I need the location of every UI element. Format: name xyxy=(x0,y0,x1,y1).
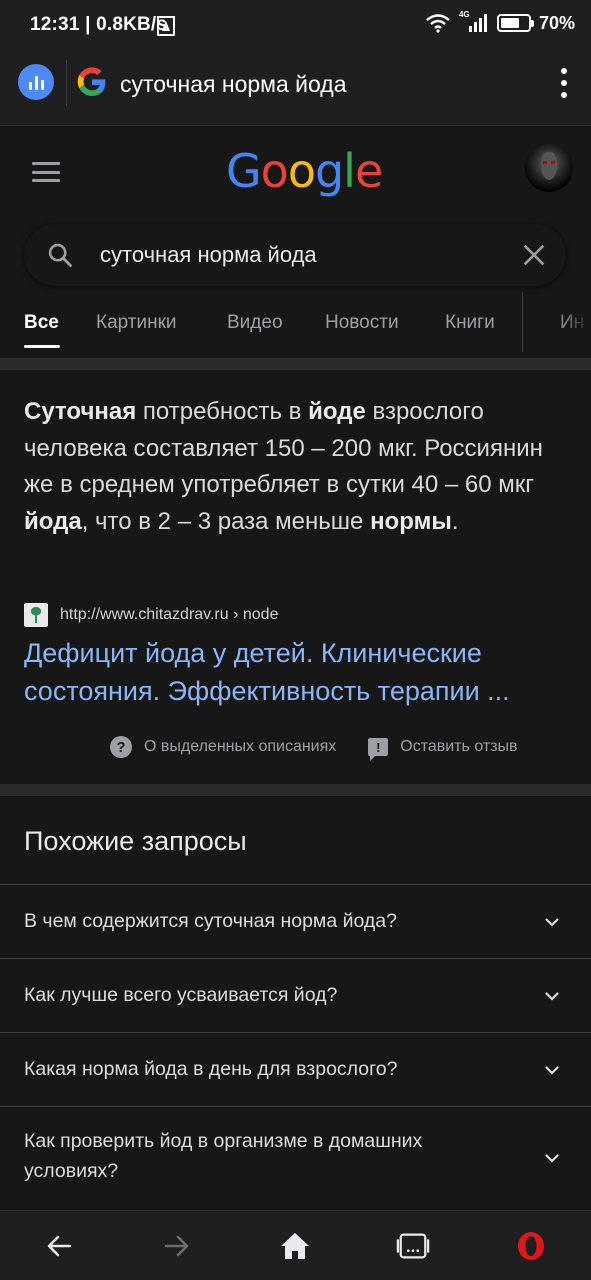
google-logo-letter: l xyxy=(343,144,356,198)
battery-fill xyxy=(500,18,520,28)
snippet-source[interactable]: http://www.chitazdrav.ru › node xyxy=(24,603,278,627)
arrow-right-icon xyxy=(164,1235,189,1257)
browser-menu-button[interactable] xyxy=(559,68,569,98)
tab-images[interactable]: Картинки xyxy=(96,312,177,334)
snippet-text-run: . xyxy=(451,507,459,535)
wifi-icon xyxy=(426,14,450,33)
snippet-bold-term: йоде xyxy=(308,398,366,425)
section-gap xyxy=(0,358,591,370)
snippet-text: Суточная потребность в йоде взрослого че… xyxy=(24,394,569,540)
search-input[interactable]: суточная норма йода xyxy=(100,242,317,268)
related-searches: Похожие запросы В чем содержится суточна… xyxy=(0,796,591,1210)
tab-books[interactable]: Книги xyxy=(445,312,495,334)
related-item[interactable]: В чем содержится суточная норма йода? xyxy=(0,884,591,958)
tabs-button[interactable] xyxy=(396,1229,430,1263)
snippet-text-run: , что в 2 – 3 раза меньше xyxy=(81,507,371,535)
battery-icon xyxy=(496,14,534,32)
tab-news[interactable]: Новости xyxy=(325,312,399,334)
home-button[interactable] xyxy=(278,1229,312,1263)
related-item[interactable]: Как проверить йод в организме в домашних… xyxy=(0,1106,591,1210)
source-url[interactable]: http://www.chitazdrav.ru › node xyxy=(60,606,278,624)
home-icon xyxy=(281,1233,309,1259)
google-logo-letter: e xyxy=(354,144,383,198)
tabs-fade xyxy=(523,292,591,352)
tabs-icon xyxy=(396,1233,430,1259)
google-logo[interactable]: Google xyxy=(226,144,383,198)
account-avatar[interactable] xyxy=(525,144,573,192)
opera-menu-button[interactable] xyxy=(514,1229,548,1263)
status-bar: 12:31 | 0.8KB/s 4G 70% xyxy=(0,0,591,52)
battery-percent: 70% xyxy=(538,12,575,33)
related-title: Похожие запросы xyxy=(24,826,247,856)
usb-debug-icon xyxy=(157,16,175,36)
snippet-bold-term: Суточная xyxy=(24,398,137,425)
browser-address-bar: суточная норма йода xyxy=(0,52,591,126)
chevron-down-icon[interactable] xyxy=(543,987,561,1005)
related-item[interactable]: Как лучше всего усваивается йод? xyxy=(0,958,591,1032)
about-snippets-label: О выделенных описаниях xyxy=(144,738,337,755)
help-icon: ? xyxy=(110,736,132,758)
google-header: Google xyxy=(0,126,591,216)
related-item[interactable]: Какая норма йода в день для взрослого? xyxy=(0,1032,591,1106)
search-area: суточная норма йода xyxy=(0,216,591,296)
back-button[interactable] xyxy=(42,1229,76,1263)
assistant-button[interactable] xyxy=(18,64,54,100)
featured-snippet: Суточная потребность в йоде взрослого че… xyxy=(0,370,591,784)
google-logo-letter: g xyxy=(314,144,344,198)
related-item-text: Какая норма йода в день для взрослого? xyxy=(24,1058,398,1080)
search-box[interactable]: суточная норма йода xyxy=(24,224,566,286)
tab-videos[interactable]: Видео xyxy=(227,312,283,334)
related-item-text: В чем содержится суточная норма йода? xyxy=(24,910,397,932)
chevron-down-icon[interactable] xyxy=(543,913,561,931)
google-logo-letter: G xyxy=(226,144,262,198)
feedback-icon: ! xyxy=(368,738,389,761)
chevron-down-icon[interactable] xyxy=(543,1149,561,1167)
google-g-icon xyxy=(77,67,106,96)
hamburger-menu-icon[interactable] xyxy=(32,162,60,182)
opera-logo-icon xyxy=(518,1232,544,1260)
address-bar-title[interactable]: суточная норма йода xyxy=(120,71,347,98)
result-title-link[interactable]: Дефицит йода у детей. Клинические состоя… xyxy=(24,634,574,710)
site-favicon-icon xyxy=(24,603,48,627)
snippet-footer: ? О выделенных описаниях ! Оставить отзы… xyxy=(110,736,518,761)
search-icon[interactable] xyxy=(46,241,74,269)
signal-icon: 4G xyxy=(459,10,489,34)
about-snippets-link[interactable]: ? О выделенных описаниях xyxy=(110,736,336,758)
active-tab-indicator xyxy=(24,345,60,348)
google-logo-letter: o xyxy=(260,144,289,198)
tab-all[interactable]: Все xyxy=(24,312,59,334)
browser-bottom-nav xyxy=(0,1210,591,1280)
related-item-text: Как проверить йод в организме в домашних… xyxy=(24,1130,423,1182)
snippet-text-run: потребность в xyxy=(136,398,309,425)
forward-button[interactable] xyxy=(160,1229,194,1263)
status-right-group: 4G 70% xyxy=(425,10,575,34)
clear-icon[interactable] xyxy=(520,241,548,269)
search-tabs: Все Картинки Видео Новости Книги Ин xyxy=(0,292,591,358)
section-gap xyxy=(0,784,591,796)
snippet-bold-term: нормы xyxy=(370,507,452,535)
status-time-speed: 12:31 | 0.8KB/s xyxy=(30,14,168,35)
snippet-bold-term: йода xyxy=(24,507,82,535)
arrow-left-icon xyxy=(47,1235,72,1257)
related-item-text: Как лучше всего усваивается йод? xyxy=(24,984,338,1006)
chevron-down-icon[interactable] xyxy=(543,1061,561,1079)
google-logo-letter: o xyxy=(287,144,316,198)
address-divider xyxy=(66,60,67,106)
feedback-link[interactable]: ! Оставить отзыв xyxy=(368,738,518,761)
feedback-label: Оставить отзыв xyxy=(400,738,518,755)
